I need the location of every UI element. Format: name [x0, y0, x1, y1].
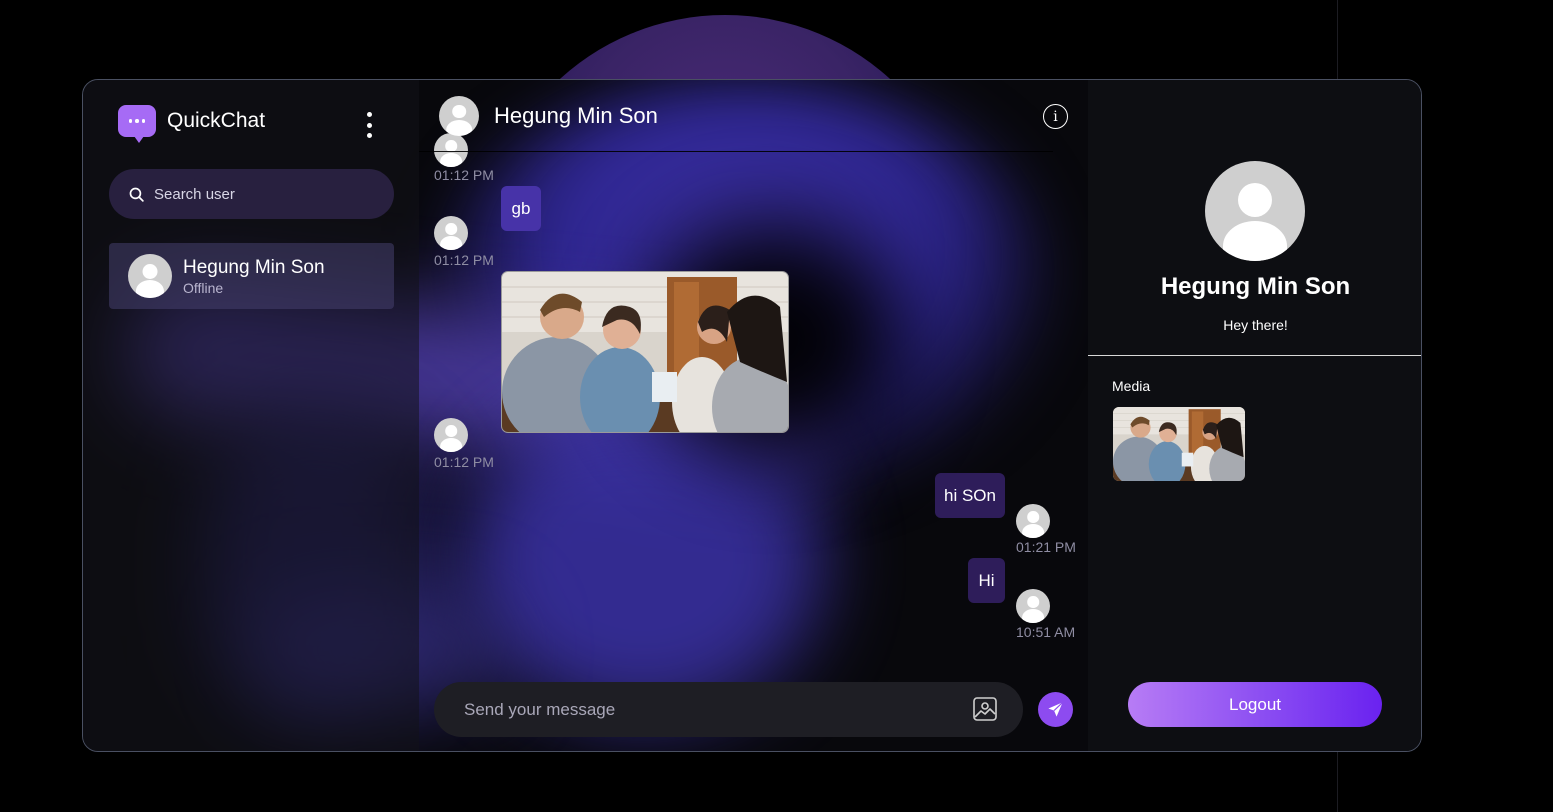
message-image[interactable] — [501, 271, 789, 433]
message-timestamp: 01:12 PM — [434, 167, 494, 183]
image-upload-icon[interactable] — [971, 695, 999, 723]
search-icon — [129, 187, 144, 202]
profile-avatar — [1205, 161, 1305, 261]
media-thumbnail[interactable] — [1113, 407, 1245, 481]
avatar — [439, 96, 479, 136]
app-window: QuickChat Hegung Min Son Offline — [82, 79, 1422, 752]
divider — [1088, 355, 1421, 356]
profile-name: Hegung Min Son — [1160, 273, 1351, 300]
message-bubble-received: gb — [501, 186, 541, 231]
message-avatar — [434, 418, 468, 452]
chat-title: Hegung Min Son — [494, 103, 658, 128]
message-timestamp: 01:12 PM — [434, 252, 494, 268]
media-heading: Media — [1112, 378, 1151, 394]
chat-panel: 01:12 PM gb 01:12 PM 01:12 PM hi SOn 01:… — [419, 80, 1088, 751]
friends-photo-thumbnail — [1113, 407, 1245, 481]
message-bubble-sent: Hi — [968, 558, 1005, 603]
message-avatar — [434, 216, 468, 250]
message-bubble-sent: hi SOn — [935, 473, 1005, 518]
profile-bio: Hey there! — [1223, 317, 1288, 333]
desktop-backdrop: QuickChat Hegung Min Son Offline — [0, 0, 1553, 812]
chat-header: Hegung Min Son — [419, 80, 1053, 152]
message-avatar — [1016, 504, 1050, 538]
kebab-menu-icon[interactable] — [365, 112, 373, 138]
message-timestamp: 10:51 AM — [1016, 624, 1076, 640]
brand: QuickChat — [118, 105, 266, 143]
profile-panel: Hegung Min Son Hey there! Media Logout — [1088, 80, 1421, 751]
search-box — [109, 169, 394, 219]
contact-status: Offline — [183, 279, 224, 296]
friends-photo — [502, 272, 789, 433]
sidebar: QuickChat Hegung Min Son Offline — [83, 80, 419, 751]
message-avatar — [1016, 589, 1050, 623]
avatar — [128, 254, 172, 298]
chat-bubble-icon — [118, 105, 156, 143]
contact-name: Hegung Min Son — [183, 256, 325, 278]
message-input[interactable] — [464, 699, 934, 720]
send-button[interactable] — [1038, 692, 1073, 727]
search-input[interactable] — [154, 185, 374, 203]
contact-item[interactable]: Hegung Min Son Offline — [109, 243, 394, 309]
message-timestamp: 01:12 PM — [434, 454, 494, 470]
logout-button[interactable]: Logout — [1128, 682, 1382, 727]
app-name: QuickChat — [167, 109, 266, 132]
message-composer — [434, 682, 1023, 737]
info-icon[interactable]: i — [1043, 104, 1068, 129]
message-timestamp: 01:21 PM — [1016, 539, 1076, 555]
send-icon — [1048, 702, 1063, 717]
